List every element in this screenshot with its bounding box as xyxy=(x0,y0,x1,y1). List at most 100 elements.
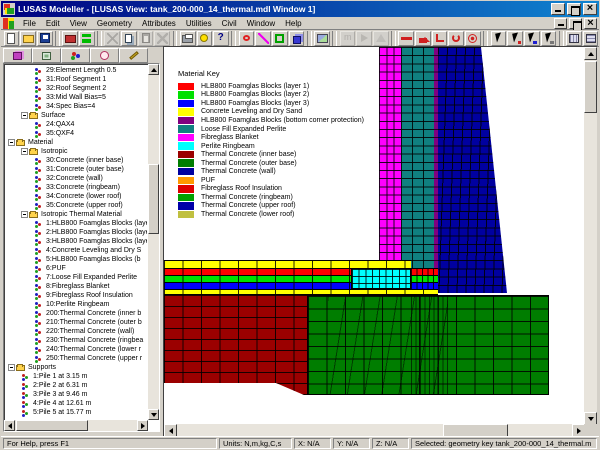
scroll-left-button[interactable] xyxy=(4,420,15,431)
expand-toggle[interactable] xyxy=(21,211,28,218)
menu-item[interactable]: Help xyxy=(280,18,306,29)
restore-button[interactable] xyxy=(567,3,581,15)
sweep[interactable] xyxy=(373,31,389,46)
tree-item[interactable]: 31:Concrete (outer base) xyxy=(6,165,147,174)
mesh-region-outer-base[interactable] xyxy=(307,295,549,395)
separator[interactable] xyxy=(307,31,312,46)
child-minimize-button[interactable] xyxy=(554,18,567,29)
mesh-region-inner-base[interactable] xyxy=(164,295,307,395)
mesh-canvas[interactable]: Material Key HLB800 Foamglas Blocks (lay… xyxy=(164,47,585,425)
mesh-region-leveling-sand-top[interactable] xyxy=(164,260,411,268)
tree-item[interactable]: 1:HLB800 Foamglas Blocks (layer 1) xyxy=(6,219,147,228)
close-button[interactable] xyxy=(583,3,597,15)
mesh-region-loose-fill-perlite[interactable] xyxy=(401,47,434,268)
tab-attributes[interactable] xyxy=(61,48,90,63)
line-geometry[interactable] xyxy=(255,31,271,46)
mesh-region-fibreglass-blanket[interactable] xyxy=(379,47,401,261)
separator[interactable] xyxy=(55,31,60,46)
tree-item[interactable]: 250:Thermal Concrete (upper r xyxy=(6,354,147,363)
tree-item[interactable]: 4:Concrete Leveling and Dry S xyxy=(6,246,147,255)
tree-item[interactable]: 6:PUF xyxy=(6,264,147,273)
menu-item[interactable]: View xyxy=(65,18,92,29)
select-lasso[interactable] xyxy=(541,31,557,46)
tree-item[interactable]: 34:Spec Bias=4 xyxy=(6,102,147,111)
mesh-region-concrete-wall[interactable] xyxy=(438,47,507,293)
tree-item[interactable]: 32:Concrete (wall) xyxy=(6,174,147,183)
tree-item[interactable]: 200:Thermal Concrete (inner b xyxy=(6,309,147,318)
tree-item[interactable]: 9:Fibreglass Roof Insulation xyxy=(6,291,147,300)
tree-item[interactable]: 220:Thermal Concrete (wall) xyxy=(6,327,147,336)
open-model[interactable] xyxy=(62,31,78,46)
scroll-up-button[interactable] xyxy=(148,64,159,75)
copy[interactable] xyxy=(121,31,137,46)
tree-item[interactable]: Isotropic xyxy=(6,147,147,156)
tree-item[interactable]: Supports xyxy=(6,363,147,372)
model-view-window[interactable]: Material Key HLB800 Foamglas Blocks (lay… xyxy=(163,46,597,437)
expand-toggle[interactable] xyxy=(8,139,15,146)
mesh-region-foamglas-layer1-right[interactable] xyxy=(411,268,438,275)
separator[interactable] xyxy=(391,31,396,46)
paste[interactable] xyxy=(138,31,154,46)
tree-vertical-scrollbar[interactable] xyxy=(148,64,159,420)
context-help[interactable] xyxy=(213,31,229,46)
expand-toggle[interactable] xyxy=(21,112,28,119)
tree-hscroll-thumb[interactable] xyxy=(16,420,88,431)
cut[interactable] xyxy=(104,31,120,46)
mesh-region-corner-protection[interactable] xyxy=(434,47,438,295)
tree-item[interactable]: 2:HLB800 Foamglas Blocks (layer 2) xyxy=(6,228,147,237)
tree-item[interactable]: 32:Roof Segment 2 xyxy=(6,84,147,93)
menu-item[interactable]: Attributes xyxy=(137,18,181,29)
menu-item[interactable]: Civil xyxy=(217,18,242,29)
import-data[interactable] xyxy=(79,31,95,46)
tree-item[interactable]: 1:Pile 1 at 3.15 m xyxy=(6,372,147,381)
select-polygon[interactable] xyxy=(524,31,540,46)
tree-item[interactable]: 33:Concrete (ringbeam) xyxy=(6,183,147,192)
separator[interactable] xyxy=(332,31,337,46)
separator[interactable] xyxy=(483,31,488,46)
mesh-table-2[interactable] xyxy=(583,31,599,46)
delete[interactable] xyxy=(154,31,170,46)
scroll-right-button[interactable] xyxy=(137,420,148,431)
tab-groups[interactable] xyxy=(32,48,61,63)
tree-item[interactable]: 240:Thermal Concrete (lower r xyxy=(6,345,147,354)
tree-item[interactable]: Surface xyxy=(6,111,147,120)
tree-item[interactable]: 7:Loose Fill Expanded Perlite xyxy=(6,273,147,282)
tab-utilities[interactable] xyxy=(119,48,148,63)
child-window-icon[interactable] xyxy=(3,18,14,29)
dynamic-pan[interactable] xyxy=(398,31,414,46)
save-file[interactable] xyxy=(37,31,53,46)
axes-view[interactable] xyxy=(432,31,448,46)
menu-item[interactable]: File xyxy=(18,18,41,29)
tree-item[interactable]: 35:Concrete (upper roof) xyxy=(6,201,147,210)
child-close-button[interactable] xyxy=(584,18,597,29)
new-file[interactable] xyxy=(4,31,20,46)
menu-item[interactable]: Geometry xyxy=(92,18,137,29)
mesh-region-foamglas-layer3-right[interactable] xyxy=(411,282,438,289)
image-capture[interactable] xyxy=(314,31,330,46)
separator[interactable] xyxy=(559,31,564,46)
tree-item[interactable]: 8:Fibreglass Blanket xyxy=(6,282,147,291)
separator[interactable] xyxy=(173,31,178,46)
tree-item[interactable]: Material xyxy=(6,138,147,147)
mesh-region-foamglas-layer3[interactable] xyxy=(164,282,351,289)
tree-item[interactable]: 5:Pile 5 at 15.77 m xyxy=(6,408,147,417)
select-cursor[interactable] xyxy=(491,31,507,46)
tree-item[interactable]: 210:Thermal Concrete (outer b xyxy=(6,318,147,327)
tree-item[interactable]: Isotropic Thermal Material xyxy=(6,210,147,219)
volume-geometry[interactable] xyxy=(289,31,305,46)
home-view[interactable] xyxy=(415,31,431,46)
view-vertical-scrollbar[interactable] xyxy=(584,47,597,425)
expand-toggle[interactable] xyxy=(8,364,15,371)
tree-item[interactable]: 30:Concrete (inner base) xyxy=(6,156,147,165)
mesh-region-perlite-ringbeam[interactable] xyxy=(351,268,411,289)
separator[interactable] xyxy=(97,31,102,46)
tree-item[interactable]: 33:Mid Wall Bias=5 xyxy=(6,93,147,102)
tree-item[interactable]: 31:Roof Segment 1 xyxy=(6,75,147,84)
menu-item[interactable]: Edit xyxy=(41,18,65,29)
tab-loadcases[interactable] xyxy=(90,48,119,63)
join[interactable] xyxy=(356,31,372,46)
mirror[interactable] xyxy=(340,31,356,46)
zoom-target[interactable] xyxy=(465,31,481,46)
tree-item[interactable]: 10:Perlite Ringbeam xyxy=(6,300,147,309)
surface-geometry[interactable] xyxy=(272,31,288,46)
